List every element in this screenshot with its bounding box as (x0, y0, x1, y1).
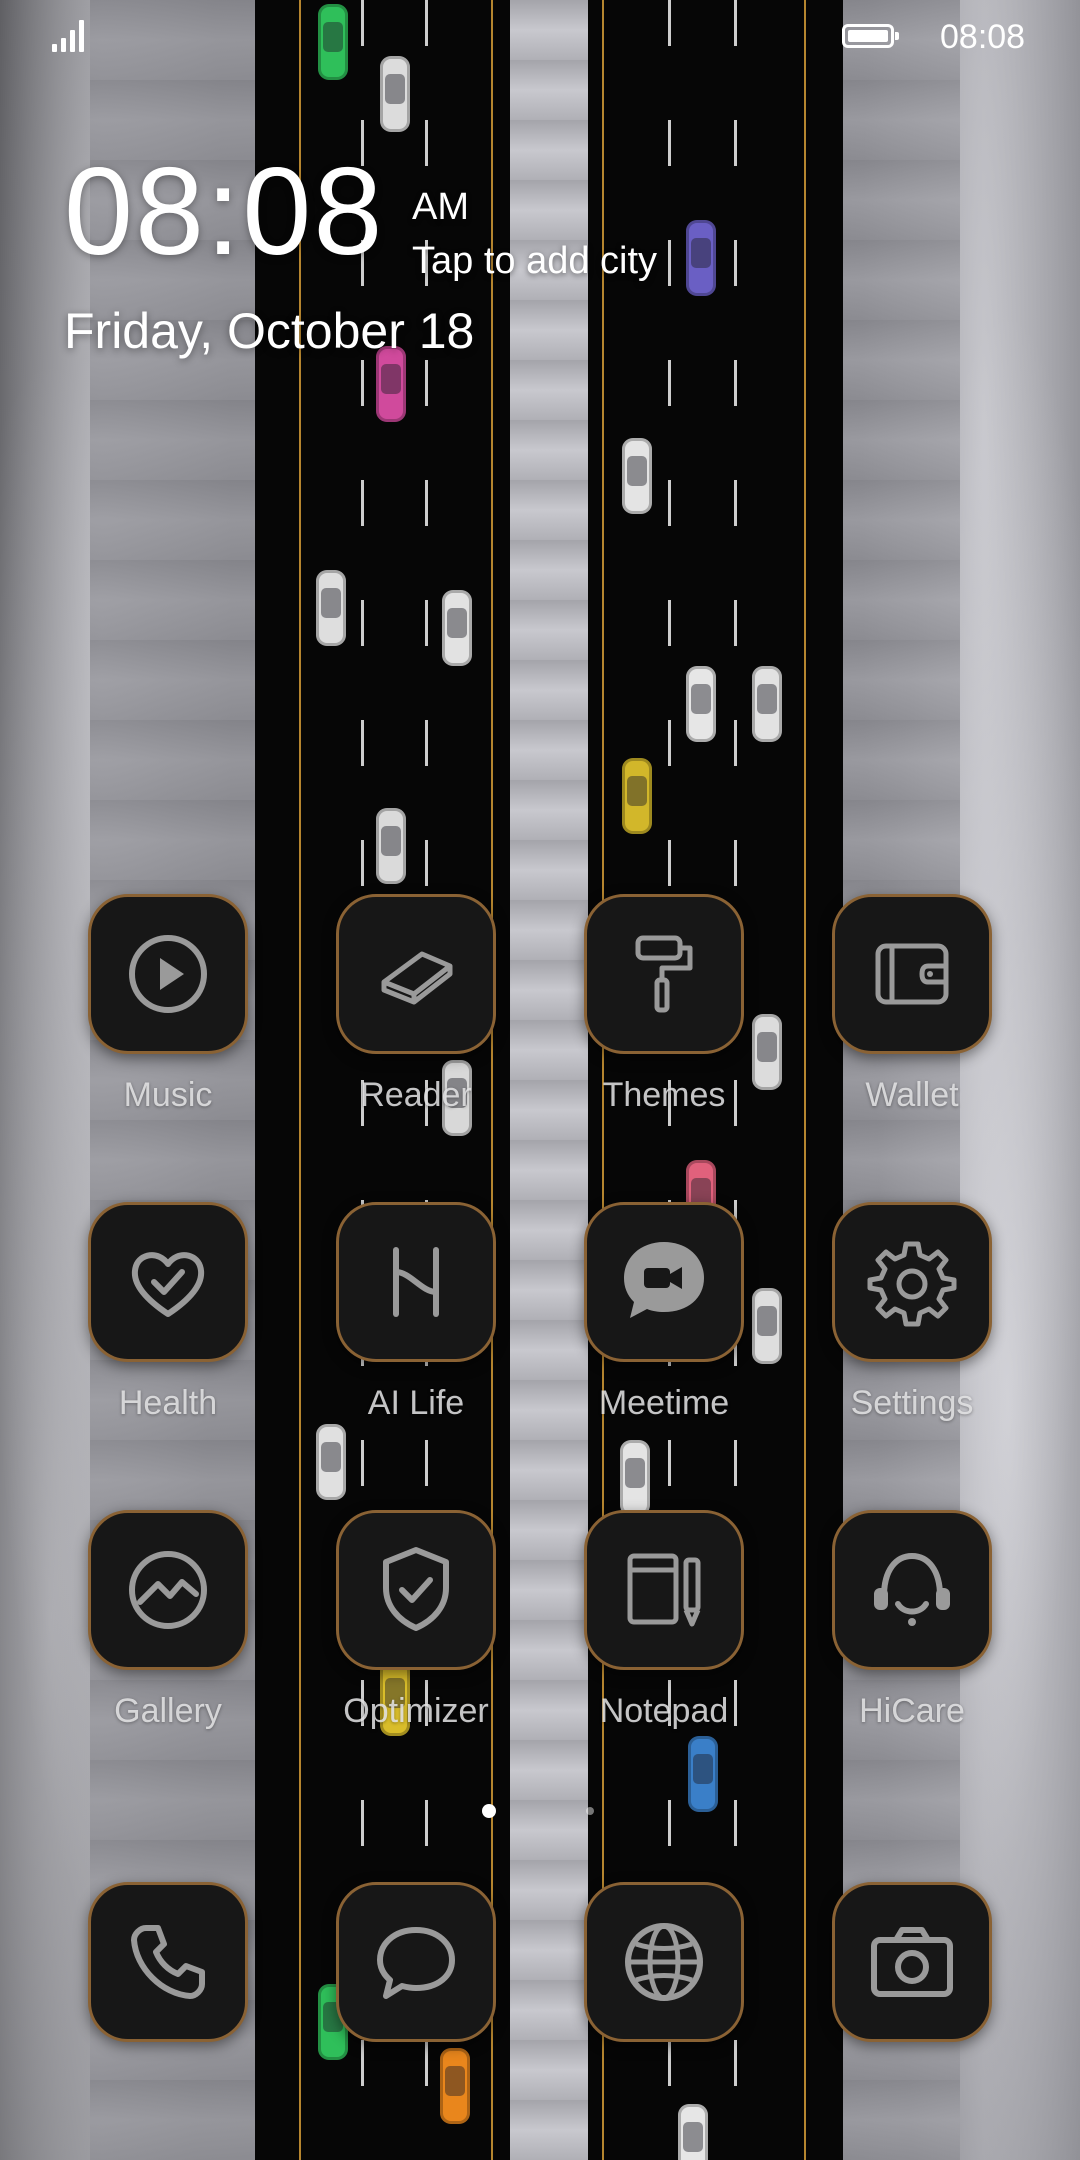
app-label: HiCare (859, 1692, 965, 1730)
ai-life-icon (393, 1247, 439, 1317)
app-tile[interactable] (832, 894, 992, 1054)
page-dot-active[interactable] (482, 1804, 496, 1818)
gallery-icon (129, 1551, 207, 1629)
wallpaper-car (440, 2048, 470, 2124)
signal-bars-icon (52, 18, 92, 52)
dock-phone[interactable] (58, 1882, 278, 2052)
app-tile[interactable] (832, 1202, 992, 1362)
dock-browser[interactable] (554, 1882, 774, 2052)
notepad-icon (627, 1553, 701, 1627)
app-tile[interactable] (584, 1510, 744, 1670)
app-label: Gallery (114, 1692, 222, 1730)
app-tile[interactable] (584, 894, 744, 1054)
heart-check-icon (131, 1252, 205, 1317)
home-screen: 08:08 08:08 AM Tap to add city Friday, O… (0, 0, 1080, 2160)
globe-icon (625, 1923, 703, 2001)
app-tile[interactable] (336, 1510, 496, 1670)
app-wallet[interactable]: Wallet (802, 894, 1022, 1144)
page-indicator (482, 1804, 602, 1818)
app-optimizer[interactable]: Optimizer (306, 1510, 526, 1760)
app-tile[interactable] (832, 1510, 992, 1670)
app-tile[interactable] (336, 1202, 496, 1362)
phone-icon (131, 1925, 205, 1999)
app-label: Health (118, 1384, 218, 1422)
shield-check-icon (383, 1547, 449, 1631)
battery-full-icon (842, 24, 902, 52)
clock-ampm: AM (412, 186, 469, 228)
app-label: Music (123, 1076, 213, 1114)
wallpaper-car (678, 2104, 708, 2160)
headset-icon (874, 1552, 950, 1626)
app-label: Optimizer (343, 1692, 489, 1730)
app-themes[interactable]: Themes (554, 894, 774, 1144)
app-tile[interactable] (88, 1202, 248, 1362)
wallpaper-car (442, 590, 472, 666)
app-tile[interactable] (584, 1202, 744, 1362)
app-notepad[interactable]: Notepad (554, 1510, 774, 1760)
app-tile[interactable] (336, 1882, 496, 2042)
video-chat-icon (624, 1242, 704, 1318)
status-bar: 08:08 (0, 0, 1080, 72)
clock-date[interactable]: Friday, October 18 (64, 302, 474, 360)
app-tile[interactable] (832, 1882, 992, 2042)
wallpaper-car (686, 666, 716, 742)
camera-icon (871, 1927, 953, 1997)
page-dot[interactable] (586, 1807, 594, 1815)
app-settings[interactable]: Settings (802, 1202, 1022, 1452)
add-city-link[interactable]: Tap to add city (412, 240, 657, 283)
dock-messages[interactable] (306, 1882, 526, 2052)
wallet-icon (875, 943, 949, 1005)
app-reader[interactable]: Reader (306, 894, 526, 1144)
app-tile[interactable] (584, 1882, 744, 2042)
app-label: AI Life (367, 1384, 465, 1422)
app-tile[interactable] (88, 894, 248, 1054)
app-label: Wallet (865, 1076, 959, 1114)
app-label: Themes (602, 1076, 726, 1114)
book-icon (381, 951, 453, 1005)
play-circle-icon (129, 935, 207, 1013)
wallpaper-car (622, 438, 652, 514)
message-bubble-icon (377, 1927, 455, 1999)
app-label: Notepad (599, 1692, 729, 1730)
wallpaper-car (622, 758, 652, 834)
app-ai-life[interactable]: AI Life (306, 1202, 526, 1452)
wallpaper-car (376, 808, 406, 884)
app-hicare[interactable]: HiCare (802, 1510, 1022, 1760)
dock-camera[interactable] (802, 1882, 1022, 2052)
app-label: Reader (360, 1076, 472, 1114)
clock-time[interactable]: 08:08 (64, 150, 384, 274)
wallpaper-car (752, 666, 782, 742)
app-tile[interactable] (88, 1882, 248, 2042)
app-gallery[interactable]: Gallery (58, 1510, 278, 1760)
app-tile[interactable] (336, 894, 496, 1054)
wallpaper-car (686, 220, 716, 296)
paint-roller-icon (635, 935, 693, 1013)
app-music[interactable]: Music (58, 894, 278, 1144)
app-health[interactable]: Health (58, 1202, 278, 1452)
wallpaper-car (316, 570, 346, 646)
gear-icon (867, 1241, 957, 1327)
app-tile[interactable] (88, 1510, 248, 1670)
app-meetime[interactable]: Meetime (554, 1202, 774, 1452)
app-label: Meetime (598, 1384, 730, 1422)
status-time: 08:08 (940, 18, 1026, 56)
app-label: Settings (850, 1384, 974, 1422)
